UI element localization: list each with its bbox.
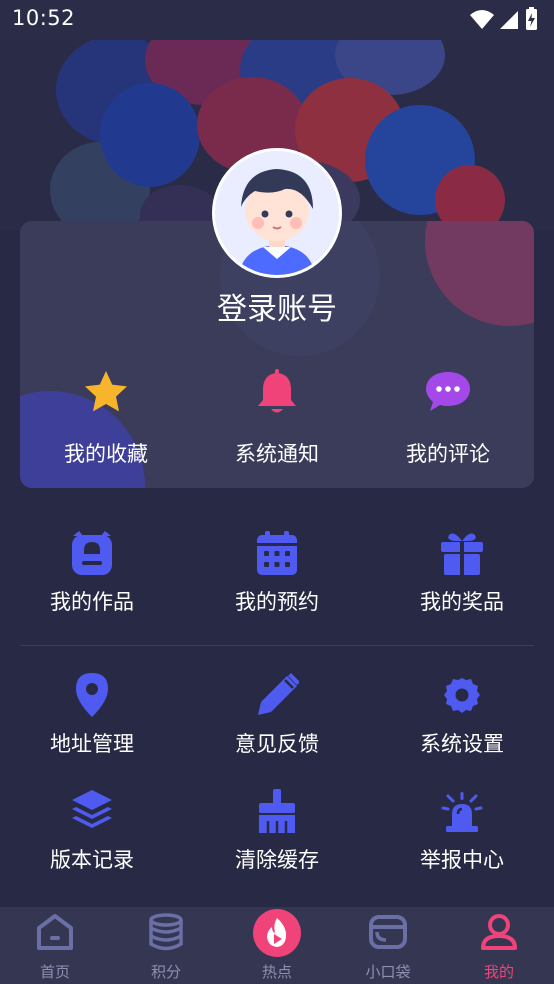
quick-favorites-label: 我的收藏 bbox=[64, 442, 148, 466]
calendar-icon bbox=[257, 531, 297, 575]
menu-address-management-label: 地址管理 bbox=[50, 732, 134, 756]
quick-favorites-button[interactable]: 我的收藏 bbox=[26, 368, 186, 468]
menu-address-management[interactable]: 地址管理 bbox=[0, 672, 184, 758]
flame-play-icon bbox=[253, 909, 301, 957]
quick-comments-label: 我的评论 bbox=[406, 442, 490, 466]
avatar[interactable] bbox=[212, 148, 342, 278]
menu-version-history[interactable]: 版本记录 bbox=[0, 788, 184, 874]
tab-pocket[interactable]: 小口袋 bbox=[333, 907, 443, 984]
menu-my-works[interactable]: 我的作品 bbox=[0, 530, 184, 616]
quick-comments-button[interactable]: 我的评论 bbox=[368, 368, 528, 468]
menu-clear-cache-label: 清除缓存 bbox=[235, 848, 319, 872]
tab-hot-label: 热点 bbox=[261, 963, 292, 981]
wifi-icon bbox=[470, 10, 494, 29]
bell-icon bbox=[258, 369, 296, 413]
menu-my-bookings-label: 我的预约 bbox=[235, 590, 319, 614]
menu-report-center[interactable]: 举报中心 bbox=[370, 788, 554, 874]
wallet-icon bbox=[369, 915, 407, 949]
status-time: 10:52 bbox=[12, 6, 76, 30]
menu-report-center-label: 举报中心 bbox=[420, 848, 504, 872]
menu-system-settings-label: 系统设置 bbox=[420, 732, 504, 756]
menu-my-works-label: 我的作品 bbox=[50, 590, 134, 614]
tab-mine[interactable]: 我的 bbox=[444, 907, 554, 984]
layers-icon bbox=[72, 790, 112, 828]
tab-pocket-label: 小口袋 bbox=[365, 963, 411, 981]
bottom-nav: 首页 积分 热点 小口袋 我的 bbox=[0, 907, 554, 984]
gift-icon bbox=[441, 533, 483, 575]
gear-icon bbox=[444, 678, 480, 713]
tab-hot[interactable]: 热点 bbox=[222, 907, 332, 984]
battery-icon bbox=[526, 7, 537, 30]
home-icon bbox=[37, 914, 73, 950]
quick-notifications-button[interactable]: 系统通知 bbox=[197, 368, 357, 468]
backpack-icon bbox=[72, 531, 112, 575]
avatar-illustration-icon bbox=[215, 151, 339, 275]
star-icon bbox=[85, 371, 127, 412]
status-bar: 10:52 bbox=[0, 0, 554, 40]
menu-system-settings[interactable]: 系统设置 bbox=[370, 672, 554, 758]
status-icons bbox=[468, 7, 544, 37]
pencil-icon bbox=[258, 673, 299, 715]
tab-points[interactable]: 积分 bbox=[111, 907, 221, 984]
menu-feedback-label: 意见反馈 bbox=[235, 732, 319, 756]
chat-icon bbox=[426, 372, 470, 411]
quick-notifications-label: 系统通知 bbox=[235, 442, 319, 466]
menu-divider bbox=[20, 645, 534, 646]
menu-my-prizes[interactable]: 我的奖品 bbox=[370, 530, 554, 616]
tab-mine-label: 我的 bbox=[483, 963, 514, 981]
menu-my-prizes-label: 我的奖品 bbox=[420, 590, 504, 614]
login-button[interactable]: 登录账号 bbox=[0, 284, 554, 328]
tab-home-label: 首页 bbox=[39, 963, 70, 981]
menu-my-bookings[interactable]: 我的预约 bbox=[185, 530, 369, 616]
menu-version-history-label: 版本记录 bbox=[50, 848, 134, 872]
tab-points-label: 积分 bbox=[150, 963, 181, 981]
menu-clear-cache[interactable]: 清除缓存 bbox=[185, 788, 369, 874]
cell-signal-icon bbox=[500, 11, 518, 29]
location-pin-icon bbox=[76, 673, 108, 717]
menu-feedback[interactable]: 意见反馈 bbox=[185, 672, 369, 758]
alarm-siren-icon bbox=[441, 792, 483, 832]
broom-icon bbox=[259, 789, 295, 833]
database-icon bbox=[149, 913, 183, 951]
user-icon bbox=[481, 914, 517, 950]
tab-home[interactable]: 首页 bbox=[0, 907, 110, 984]
